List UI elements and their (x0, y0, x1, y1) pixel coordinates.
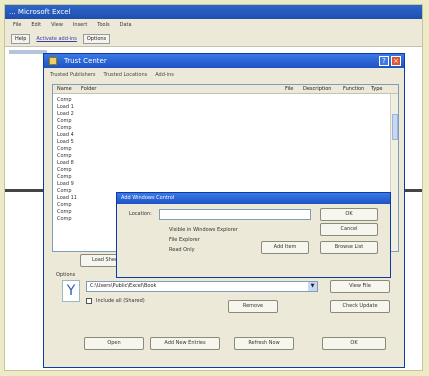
list-scrollbar[interactable] (390, 94, 398, 251)
menu-insert[interactable]: Insert (73, 19, 87, 31)
inner-title-bar: Add Windows Control (117, 193, 390, 204)
read-only-label: Read Only (169, 247, 195, 253)
dialog-title-bar: Trust Center ? × (44, 54, 404, 68)
remove-button[interactable]: Remove (228, 300, 278, 313)
close-icon[interactable]: × (391, 56, 401, 66)
col-name[interactable]: Name (57, 86, 72, 92)
tab-trusted-publishers[interactable]: Trusted Publishers (50, 72, 96, 78)
list-item[interactable]: Comp (57, 174, 398, 181)
page-divider-left (5, 189, 45, 192)
tab-add-ins[interactable]: Add-ins (155, 72, 174, 78)
app-title-bar: ... Microsoft Excel (5, 5, 422, 19)
list-item[interactable]: Comp (57, 125, 398, 132)
dialog-app-icon (49, 57, 57, 65)
list-item[interactable]: Comp (57, 153, 398, 160)
path-select[interactable]: C:\Users\Public\Excel\Book ▼ (86, 281, 318, 292)
location-input[interactable] (159, 209, 311, 220)
list-item[interactable]: Load 1 (57, 104, 398, 111)
ok-button[interactable]: OK (322, 337, 386, 350)
menu-view[interactable]: View (51, 19, 63, 31)
list-item[interactable]: Load 9 (57, 181, 398, 188)
col-folder[interactable]: Folder (81, 86, 96, 92)
include-all-checkbox[interactable] (86, 298, 92, 304)
control-icon: Y (62, 280, 80, 302)
window-controls: ? × (379, 56, 401, 66)
screenshot-frame: ... Microsoft Excel File Edit View Inser… (4, 4, 423, 371)
toolbar-options-button[interactable]: Options (82, 33, 111, 44)
include-all-label: Include all (Shared) (96, 298, 145, 304)
col-function[interactable]: Function (343, 86, 364, 92)
add-new-entries-button[interactable]: Add New Entries (150, 337, 220, 350)
list-item[interactable]: Comp (57, 146, 398, 153)
app-menu-bar: File Edit View Insert Tools Data (5, 19, 422, 31)
list-item[interactable]: Comp (57, 97, 398, 104)
menu-edit[interactable]: Edit (31, 19, 41, 31)
menu-data[interactable]: Data (120, 19, 132, 31)
check-update-button[interactable]: Check Update (330, 300, 390, 313)
add-item-button[interactable]: Add Item (261, 241, 309, 254)
scroll-thumb[interactable] (392, 114, 398, 140)
chevron-down-icon[interactable]: ▼ (308, 282, 317, 291)
refresh-now-button[interactable]: Refresh Now (234, 337, 294, 350)
list-item[interactable]: Comp (57, 167, 398, 174)
list-item[interactable]: Load 4 (57, 132, 398, 139)
app-title: ... Microsoft Excel (9, 8, 71, 16)
col-type[interactable]: Type (371, 86, 382, 92)
help-icon[interactable]: ? (379, 56, 389, 66)
list-item[interactable]: Load 8 (57, 160, 398, 167)
inner-title: Add Windows Control (121, 195, 175, 201)
list-item[interactable]: Load 5 (57, 139, 398, 146)
dialog-title: Trust Center (64, 57, 107, 65)
browse-list-button[interactable]: Browse List (320, 241, 378, 254)
inner-cancel-button[interactable]: Cancel (320, 223, 378, 236)
app-toolbar: Help Activate add-ins Options (5, 31, 422, 47)
menu-tools[interactable]: Tools (97, 19, 109, 31)
tab-trusted-locations[interactable]: Trusted Locations (104, 72, 148, 78)
col-file[interactable]: File (285, 86, 293, 92)
inner-ok-button[interactable]: OK (320, 208, 378, 221)
options-label: Options (56, 272, 76, 278)
visible-explorer-label: Visible in Windows Explorer (169, 227, 238, 233)
menu-file[interactable]: File (13, 19, 21, 31)
inner-dialog: Add Windows Control Location: OK Visible… (116, 192, 391, 278)
toolbar-activate-link[interactable]: Activate add-ins (36, 36, 76, 42)
view-file-button[interactable]: View File (330, 280, 390, 293)
file-explorer-label: File Explorer (169, 237, 200, 243)
selection-marker (9, 50, 47, 54)
col-description[interactable]: Description (303, 86, 331, 92)
open-button[interactable]: Open (84, 337, 144, 350)
path-select-value: C:\Users\Public\Excel\Book (90, 283, 157, 289)
list-item[interactable]: Load 2 (57, 111, 398, 118)
location-label: Location: (129, 211, 152, 217)
dialog-tabs: Trusted Publishers Trusted Locations Add… (44, 68, 404, 82)
list-header: Name Folder File Description Function Ty… (53, 85, 398, 94)
toolbar-help-button[interactable]: Help (11, 33, 31, 44)
list-item[interactable]: Comp (57, 118, 398, 125)
